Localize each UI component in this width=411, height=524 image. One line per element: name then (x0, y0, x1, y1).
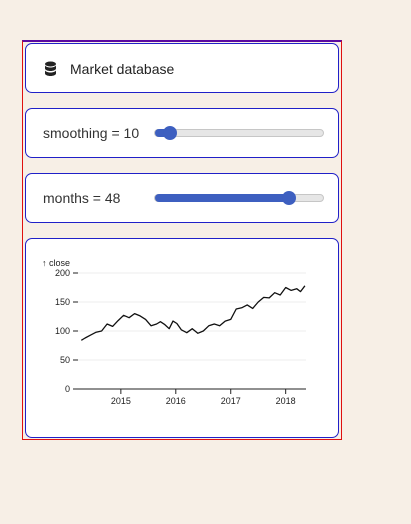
months-slider-fill (155, 194, 289, 202)
months-label: months = 48 (43, 190, 121, 206)
chart-card: ↑ close 0 50 100 150 200 2015 2016 2017 2018 (25, 238, 339, 438)
close-price-chart: ↑ close 0 50 100 150 200 2015 2016 2017 2018 (42, 258, 306, 406)
smoothing-card: smoothing = 10 (25, 108, 339, 158)
months-slider[interactable] (154, 191, 324, 205)
x-tick-label: 2015 (111, 396, 131, 406)
smoothing-slider[interactable] (154, 126, 324, 140)
close-series-line (80, 285, 306, 341)
y-tick-label: 150 (55, 297, 70, 307)
app-frame: Market database smoothing = 10 months = … (22, 40, 342, 440)
database-card[interactable]: Market database (25, 43, 339, 93)
x-tick-label: 2017 (221, 396, 241, 406)
x-tick-label: 2016 (166, 396, 186, 406)
smoothing-label: smoothing = 10 (43, 125, 140, 141)
database-label: Market database (70, 61, 175, 77)
x-tick-label: 2018 (276, 396, 296, 406)
y-axis-label: ↑ close (42, 258, 70, 268)
y-tick-label: 100 (55, 326, 70, 336)
y-tick-label: 200 (55, 268, 70, 278)
months-card: months = 48 (25, 173, 339, 223)
y-tick-label: 0 (65, 384, 70, 394)
smoothing-slider-thumb[interactable] (163, 126, 178, 140)
months-slider-thumb[interactable] (281, 191, 296, 205)
database-icon (45, 61, 56, 76)
y-tick-label: 50 (60, 355, 70, 365)
